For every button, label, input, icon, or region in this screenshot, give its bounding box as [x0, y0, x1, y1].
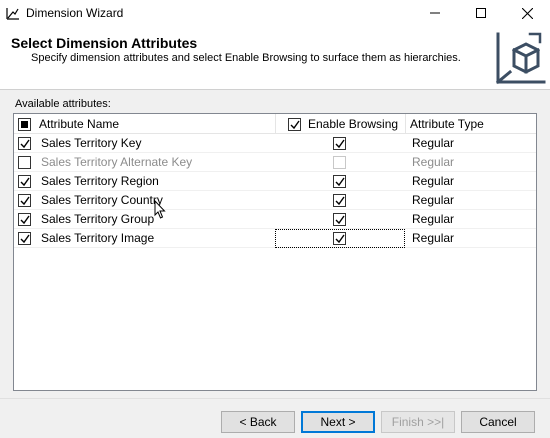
- select-all-checkbox[interactable]: [18, 118, 31, 131]
- table-row[interactable]: Sales Territory Image Regular: [14, 229, 536, 248]
- enable-browsing-checkbox[interactable]: [333, 194, 346, 207]
- minimize-button[interactable]: [412, 0, 458, 26]
- table-row[interactable]: Sales Territory Group Regular: [14, 210, 536, 229]
- footer-separator: [0, 398, 550, 399]
- maximize-button[interactable]: [458, 0, 504, 26]
- close-icon: [521, 7, 533, 19]
- attribute-type-cell[interactable]: Regular: [412, 134, 454, 153]
- enable-browsing-checkbox[interactable]: [333, 175, 346, 188]
- title-bar: Dimension Wizard: [0, 0, 550, 26]
- available-attributes-label: Available attributes:: [15, 98, 111, 110]
- column-header-enable-browsing[interactable]: Enable Browsing: [308, 114, 398, 134]
- row-select-checkbox[interactable]: [18, 194, 31, 207]
- page-title: Select Dimension Attributes: [11, 35, 198, 51]
- enable-browsing-checkbox[interactable]: [333, 232, 346, 245]
- row-select-checkbox[interactable]: [18, 232, 31, 245]
- row-select-checkbox[interactable]: [18, 137, 31, 150]
- table-row[interactable]: Sales Territory Alternate Key Regular: [14, 153, 536, 172]
- minimize-icon: [430, 12, 440, 14]
- back-button[interactable]: < Back: [221, 411, 295, 433]
- checkmark-icon: [335, 215, 345, 225]
- attribute-name-cell: Sales Territory Alternate Key: [41, 155, 193, 169]
- page-subtitle: Specify dimension attributes and select …: [31, 52, 461, 64]
- maximize-icon: [476, 8, 486, 18]
- table-row[interactable]: Sales Territory Key Regular: [14, 134, 536, 153]
- attribute-type-cell[interactable]: Regular: [412, 229, 454, 248]
- row-select-checkbox[interactable]: [18, 175, 31, 188]
- mouse-pointer-icon: [154, 200, 166, 219]
- checkmark-icon: [20, 139, 30, 149]
- column-divider: [405, 114, 406, 134]
- checkmark-icon: [20, 196, 30, 206]
- column-header-attribute-type[interactable]: Attribute Type: [410, 114, 484, 134]
- attribute-name-cell: Sales Territory Region: [41, 174, 159, 188]
- checkmark-icon: [290, 120, 300, 130]
- checkmark-icon: [335, 196, 345, 206]
- enable-browsing-checkbox[interactable]: [333, 213, 346, 226]
- grid-header: Attribute Name Enable Browsing Attribute…: [14, 114, 536, 134]
- attribute-name-cell: Sales Territory Key: [41, 136, 142, 150]
- attribute-type-cell: Regular: [412, 155, 455, 169]
- attribute-name-cell: Sales Territory Image: [41, 231, 155, 245]
- checkmark-icon: [20, 177, 30, 187]
- attribute-name-cell: Sales Territory Country: [41, 193, 163, 207]
- checkmark-icon: [20, 234, 30, 244]
- attribute-name-cell: Sales Territory Group: [41, 212, 155, 226]
- enable-browsing-all-checkbox[interactable]: [288, 118, 301, 131]
- window-title: Dimension Wizard: [26, 6, 124, 20]
- checkmark-icon: [335, 139, 345, 149]
- wizard-app-icon: [6, 8, 19, 20]
- finish-button: Finish >>|: [381, 411, 455, 433]
- attribute-type-cell[interactable]: Regular: [412, 191, 454, 210]
- next-button[interactable]: Next >: [301, 411, 375, 433]
- attribute-type-cell[interactable]: Regular: [412, 210, 454, 229]
- wizard-header: Select Dimension Attributes Specify dime…: [0, 26, 550, 90]
- checkmark-icon: [20, 215, 30, 225]
- checkmark-icon: [335, 177, 345, 187]
- row-select-checkbox[interactable]: [18, 213, 31, 226]
- row-select-checkbox[interactable]: [18, 156, 31, 169]
- enable-browsing-checkbox[interactable]: [333, 137, 346, 150]
- attribute-type-cell[interactable]: Regular: [412, 172, 454, 191]
- cancel-button[interactable]: Cancel: [461, 411, 535, 433]
- table-row[interactable]: Sales Territory Region Regular: [14, 172, 536, 191]
- column-divider: [275, 114, 276, 134]
- enable-browsing-checkbox: [333, 156, 346, 169]
- table-row[interactable]: Sales Territory Country Regular: [14, 191, 536, 210]
- cube-axes-icon: [495, 32, 546, 85]
- attributes-grid: Attribute Name Enable Browsing Attribute…: [13, 113, 537, 391]
- column-header-attribute-name[interactable]: Attribute Name: [39, 114, 119, 134]
- checkmark-icon: [335, 234, 345, 244]
- close-button[interactable]: [504, 0, 550, 26]
